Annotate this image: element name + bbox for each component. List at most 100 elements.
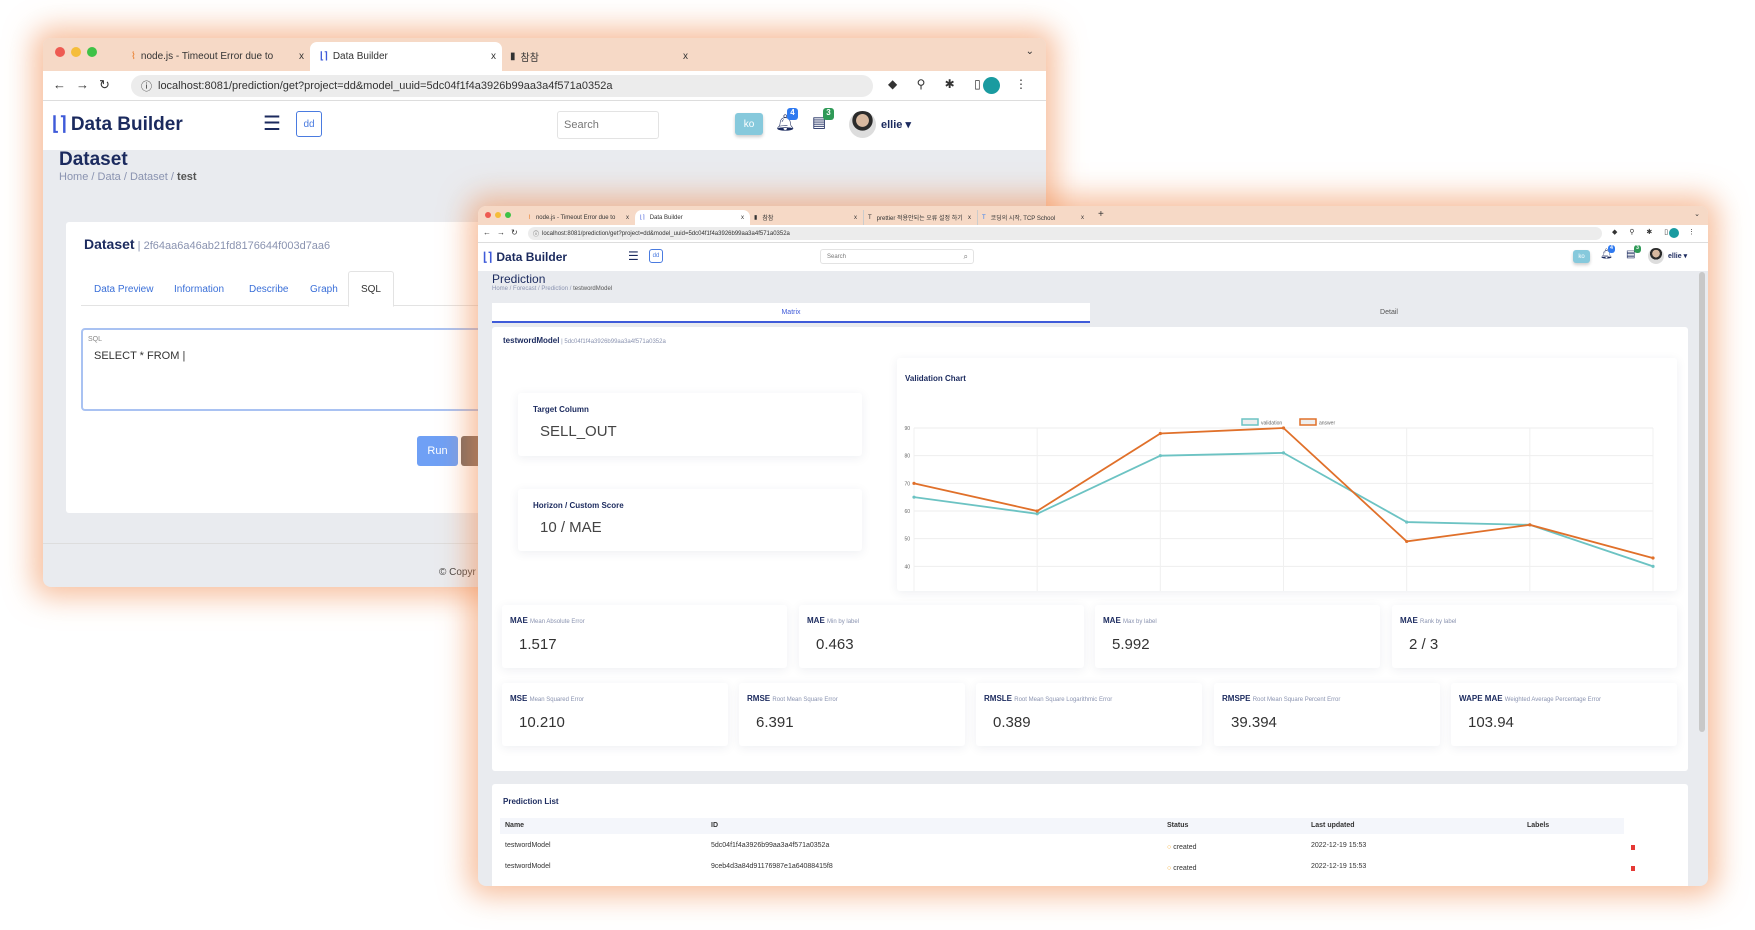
row-name-link[interactable]: testwordModel [505, 863, 551, 870]
forward-icon[interactable]: → [497, 228, 505, 237]
reload-icon[interactable]: ↻ [99, 77, 110, 93]
back-icon[interactable]: ← [53, 77, 66, 92]
new-tab-button[interactable]: + [1098, 209, 1104, 220]
browser-tab[interactable]: T 코딩의 시작, TCP School x [977, 210, 1090, 225]
data-point-validation [912, 495, 916, 499]
close-tab-icon[interactable]: x [299, 51, 304, 62]
close-tab-icon[interactable]: x [1081, 215, 1084, 221]
metric-title: WAPE MAE Weighted Average Percentage Err… [1459, 694, 1601, 703]
reload-icon[interactable]: ↻ [511, 228, 518, 237]
language-button[interactable]: ko [735, 113, 763, 135]
delete-icon[interactable] [1631, 845, 1635, 850]
search-input[interactable]: Search [557, 111, 659, 139]
col-status[interactable]: Status [1167, 822, 1188, 829]
tab-sql[interactable]: SQL [348, 271, 394, 307]
metric-value: 2 / 3 [1409, 636, 1439, 653]
menu-dots-icon[interactable]: ⋮ [1015, 77, 1027, 91]
info-icon: ⓘ [533, 232, 540, 238]
search-input[interactable]: Search ⌕ [820, 249, 974, 264]
col-last-updated[interactable]: Last updated [1311, 822, 1355, 829]
delete-icon[interactable] [1631, 866, 1635, 871]
breadcrumb-home[interactable]: Home [492, 286, 508, 292]
breadcrumb-forecast[interactable]: Forecast [513, 286, 536, 292]
tab-information[interactable]: Information [174, 284, 224, 295]
profile-icon[interactable] [983, 77, 1000, 94]
hamburger-icon[interactable]: ☰ [628, 249, 639, 263]
project-button[interactable]: dd [649, 249, 663, 263]
scrollbar[interactable] [1699, 272, 1705, 732]
browser-tab-active[interactable]: ⌊⌉ Data Builder x [635, 210, 750, 225]
project-button[interactable]: dd [296, 111, 322, 137]
metric-card: MAE Rank by label 2 / 3 [1392, 605, 1677, 668]
user-avatar[interactable] [849, 111, 876, 138]
user-menu[interactable]: ellie ▾ [1668, 252, 1687, 260]
browser-tab[interactable]: Tprettier 적용안되는 오류 설정 하기 x [863, 210, 977, 225]
tab-graph[interactable]: Graph [310, 284, 338, 295]
user-avatar[interactable] [1648, 248, 1664, 264]
metric-card: MAE Min by label 0.463 [799, 605, 1084, 668]
breadcrumb-dataset[interactable]: Dataset [130, 171, 168, 183]
close-tab-icon[interactable]: x [854, 215, 857, 221]
browser-tab[interactable]: ▮ 참참 x [502, 42, 694, 71]
traffic-lights[interactable] [485, 212, 511, 218]
metric-value: 10.210 [519, 714, 565, 731]
tab-detail[interactable]: Detail [1090, 303, 1688, 323]
browser-tab[interactable]: ⌇ node.js - Timeout Error due to x [125, 42, 310, 71]
extensions-icons[interactable]: ◆ ⚲ ✱ ▯ [1612, 228, 1673, 236]
validation-line-chart: 0102030405060708090JanuaryFebruaryMarchA… [904, 418, 1655, 591]
data-point-answer [1528, 523, 1532, 527]
close-tab-icon[interactable]: x [968, 215, 971, 221]
tab-list-chevron-icon[interactable]: ⌄ [1026, 46, 1034, 57]
brand-logo[interactable]: ⌊⌉ Data Builder [483, 250, 567, 264]
prediction-list-card: Prediction List Name ID Status Last upda… [492, 784, 1688, 886]
breadcrumb: Home / Forecast / Prediction / testwordM… [492, 286, 613, 292]
row-name-link[interactable]: testwordModel [505, 842, 551, 849]
app-logo-icon: ⌊⌉ [320, 51, 328, 62]
profile-icon[interactable] [1669, 228, 1679, 238]
language-button[interactable]: ko [1573, 250, 1590, 263]
brand-logo[interactable]: ⌊⌉ Data Builder [52, 113, 183, 136]
tab-matrix[interactable]: Matrix [492, 303, 1090, 323]
tab-bar: ⌇ node.js - Timeout Error due to x ⌊⌉ Data … [478, 206, 1708, 225]
col-id[interactable]: ID [711, 822, 718, 829]
search-icon[interactable]: ⌕ [964, 252, 968, 262]
page-title: Dataset [59, 149, 128, 170]
hamburger-icon[interactable]: ☰ [263, 111, 281, 136]
browser-tab[interactable]: ⌇ node.js - Timeout Error due to x [524, 210, 635, 225]
close-tab-icon[interactable]: x [626, 215, 629, 221]
browser-tab[interactable]: ▮ 참참 x [750, 210, 863, 225]
traffic-lights[interactable] [55, 47, 97, 57]
y-tick-label: 70 [904, 481, 910, 487]
menu-dots-icon[interactable]: ⋮ [1688, 228, 1695, 236]
tab-describe[interactable]: Describe [249, 284, 288, 295]
metric-desc: Root Mean Square Error [772, 697, 838, 703]
tab-data-preview[interactable]: Data Preview [94, 284, 153, 295]
back-icon[interactable]: ← [483, 228, 491, 237]
url-input[interactable]: ⓘ localhost:8081/prediction/get?project=d… [131, 75, 873, 97]
metric-desc: Weighted Average Percentage Error [1504, 697, 1601, 703]
legend-label-answer: answer [1319, 421, 1335, 427]
stackoverflow-icon: ⌇ [131, 51, 136, 62]
extensions-icons[interactable]: ◆ ⚲ ✱ ▯ [888, 77, 989, 91]
row-id: 5dc04f1f4a3926b99aa3a4f571a0352a [711, 842, 830, 849]
url-input[interactable]: ⓘ localhost:8081/prediction/get?project=d… [528, 227, 1602, 240]
browser-tab-active[interactable]: ⌊⌉ Data Builder x [310, 42, 502, 71]
app-header: ⌊⌉ Data Builder ☰ dd Search ⌕ ko 🔔︎ 4 ▤ 3 … [478, 243, 1708, 271]
validation-chart-card: Validation Chart 0102030405060708090Janu… [897, 358, 1677, 591]
breadcrumb-data[interactable]: Data [98, 171, 121, 183]
forward-icon[interactable]: → [76, 77, 89, 92]
col-name[interactable]: Name [505, 822, 524, 829]
close-tab-icon[interactable]: x [741, 215, 744, 221]
col-labels[interactable]: Labels [1527, 822, 1549, 829]
row-status: ○ created [1167, 865, 1197, 872]
breadcrumb-home[interactable]: Home [59, 171, 88, 183]
tab-list-chevron-icon[interactable]: ⌄ [1694, 210, 1700, 218]
close-tab-icon[interactable]: x [491, 51, 496, 62]
close-tab-icon[interactable]: x [683, 51, 688, 62]
user-menu[interactable]: ellie ▾ [881, 118, 911, 131]
metric-desc: Max by label [1123, 619, 1157, 625]
breadcrumb-prediction[interactable]: Prediction [541, 286, 568, 292]
horizon-value: 10 / MAE [540, 519, 602, 536]
metric-abbr: WAPE MAE [1459, 694, 1503, 703]
run-button[interactable]: Run [417, 436, 458, 466]
